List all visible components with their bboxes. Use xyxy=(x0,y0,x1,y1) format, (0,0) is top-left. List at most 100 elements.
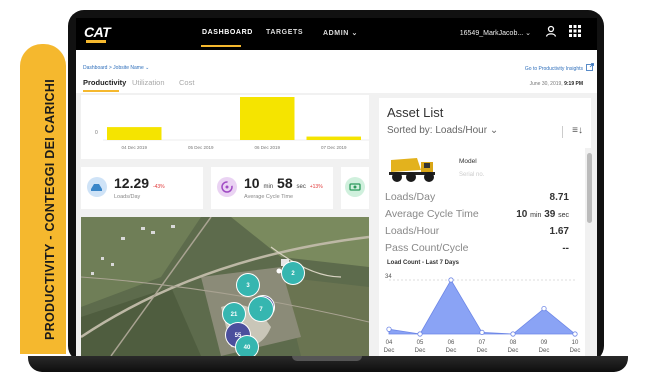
kpi-seconds: 58 xyxy=(277,175,293,191)
kpi-change: -43% xyxy=(152,184,165,190)
x-tick-day: 10 xyxy=(572,340,579,346)
x-tick-label: 07 Dec 2019 xyxy=(321,145,347,150)
x-tick-day: 07 xyxy=(479,340,486,346)
productivity-panel: 0 04 Dec 2019 05 Dec 2019 06 Dec 2019 07 Dec… xyxy=(76,93,373,356)
x-tick-month: Dec xyxy=(415,348,426,354)
bar-chart-svg: 0 04 Dec 2019 05 Dec 2019 06 Dec 2019 07 Dec… xyxy=(95,97,369,150)
stat-value: 8.71 xyxy=(549,192,569,203)
data-point xyxy=(386,326,392,332)
tab-active-indicator xyxy=(83,90,119,92)
date-text: June 30, 2019, xyxy=(529,81,563,87)
stat-seconds: 39 xyxy=(544,209,556,220)
stat-min-unit: min xyxy=(530,212,542,219)
header-divider xyxy=(562,126,563,138)
kpi-loads-per-day[interactable]: 12.29 -43% Loads/Day xyxy=(81,167,203,209)
last-updated: June 30, 2019, 9:19 PM xyxy=(530,81,583,87)
external-link-icon[interactable] xyxy=(586,63,594,71)
x-tick-month: Dec xyxy=(384,348,395,354)
top-nav: CAT DASHBOARD TARGETS ADMIN ⌄ 16549_Mark… xyxy=(76,18,597,50)
x-tick-day: 04 xyxy=(386,340,393,346)
map-pin xyxy=(276,268,282,274)
y-tick-label: 34 xyxy=(385,274,392,280)
tab-cost[interactable]: Cost xyxy=(179,78,194,87)
x-tick-month: Dec xyxy=(477,348,488,354)
x-tick-day: 09 xyxy=(541,340,548,346)
productivity-insights-link[interactable]: Go to Productivity Insights xyxy=(525,66,583,72)
tab-productivity[interactable]: Productivity xyxy=(83,78,126,87)
time-text: 9:19 PM xyxy=(564,81,583,87)
kpi-change: +13% xyxy=(309,184,323,190)
asset-list-panel: Asset List Sorted by: Loads/Hour ⌄ ≡↓ Mo… xyxy=(373,93,597,356)
x-tick-month: Dec xyxy=(539,348,550,354)
banner-label: PRODUCTIVITY - CONTEGGI DEI CARICHI xyxy=(43,79,57,340)
map-cluster-count: 21 xyxy=(231,312,238,318)
kpi-sec-unit: sec xyxy=(296,184,306,190)
tab-utilization[interactable]: Utilization xyxy=(132,78,165,87)
truck-icon xyxy=(87,177,107,197)
kpi-min-unit: min xyxy=(263,184,274,190)
nav-dashboard[interactable]: DASHBOARD xyxy=(202,29,253,36)
kpi-cost[interactable] xyxy=(341,167,369,209)
chevron-down-icon: ⌄ xyxy=(489,125,499,136)
money-icon xyxy=(345,177,365,197)
satellite-map[interactable]: 3232175540 xyxy=(81,217,369,356)
stat-sec-unit: sec xyxy=(558,212,569,219)
cycle-icon xyxy=(217,177,237,197)
x-tick-label: 06 Dec 2019 xyxy=(254,145,280,150)
stat-label: Average Cycle Time xyxy=(385,208,479,220)
area-series xyxy=(388,279,577,335)
data-point xyxy=(479,329,485,336)
x-tick-month: Dec xyxy=(570,348,581,354)
data-point xyxy=(541,305,547,312)
x-tick-month: Dec xyxy=(508,348,519,354)
kpi-cycle-time[interactable]: 10 min 58 sec +13% Average Cycle Time xyxy=(211,167,333,209)
asset-card[interactable]: Model Serial no. Loads/Day 8.71 Average … xyxy=(379,148,585,356)
data-point xyxy=(510,331,516,337)
bar xyxy=(240,97,295,140)
kpi-value: 10 min 58 sec +13% xyxy=(244,175,323,191)
asset-list-title: Asset List xyxy=(387,105,444,120)
x-tick-day: 08 xyxy=(510,340,517,346)
stat-value: 10 min 39 sec xyxy=(516,209,569,220)
sort-dropdown[interactable]: Sorted by: Loads/Hour ⌄ xyxy=(387,125,498,136)
user-icon[interactable] xyxy=(543,25,559,41)
cat-logo[interactable]: CAT xyxy=(84,24,111,40)
stat-label: Loads/Day xyxy=(385,191,436,203)
nav-targets[interactable]: TARGETS xyxy=(266,29,303,36)
breadcrumb[interactable]: Dashboard > Jobsite Name ⌄ xyxy=(83,65,149,71)
model-label: Model xyxy=(459,158,477,165)
asset-list-header: Asset List Sorted by: Loads/Hour ⌄ ≡↓ xyxy=(379,98,591,148)
truck-image xyxy=(389,158,435,182)
x-tick-day: 06 xyxy=(448,340,455,346)
bar xyxy=(107,127,162,140)
marketing-slide: PRODUCTIVITY - CONTEGGI DEI CARICHI CAT … xyxy=(0,0,650,380)
kpi-label: Average Cycle Time xyxy=(244,194,294,200)
stat-minutes: 10 xyxy=(516,209,528,220)
stat-value: 1.67 xyxy=(549,226,569,237)
y-tick-label: 0 xyxy=(95,130,98,136)
jobsite-map[interactable]: 3232175540 xyxy=(81,217,369,356)
nav-admin[interactable]: ADMIN ⌄ xyxy=(323,29,358,37)
sort-order-icon[interactable]: ≡↓ xyxy=(572,125,583,136)
x-tick-month: Dec xyxy=(446,348,457,354)
x-tick-label: 04 Dec 2019 xyxy=(121,145,147,150)
laptop-notch xyxy=(292,356,362,361)
stat-label: Pass Count/Cycle xyxy=(385,242,469,254)
daily-bar-chart: 0 04 Dec 2019 05 Dec 2019 06 Dec 2019 07 Dec… xyxy=(81,95,369,159)
bar xyxy=(306,136,361,140)
kpi-label: Loads/Day xyxy=(114,194,141,200)
serial-label: Serial no. xyxy=(459,172,485,178)
scrollbar[interactable] xyxy=(587,153,592,223)
apps-grid-icon[interactable] xyxy=(567,25,583,41)
kpi-value: 12.29 -43% xyxy=(114,175,165,191)
map-cluster-count: 40 xyxy=(244,345,251,351)
load-count-title: Load Count - Last 7 Days xyxy=(387,260,460,266)
load-count-chart: 34 04 Dec 05 Dec 06 Dec 07 Dec 08 Dec 09 Dec 10 Dec xyxy=(384,274,581,354)
app-screen: CAT DASHBOARD TARGETS ADMIN ⌄ 16549_Mark… xyxy=(76,18,597,356)
data-point xyxy=(417,331,423,337)
data-point xyxy=(448,277,454,283)
stat-label: Loads/Hour xyxy=(385,225,440,237)
sort-label: Sorted by: Loads/Hour xyxy=(387,125,488,136)
user-menu[interactable]: 16549_MarkJacob... ⌄ xyxy=(460,29,531,37)
kpi-minutes: 10 xyxy=(244,175,260,191)
